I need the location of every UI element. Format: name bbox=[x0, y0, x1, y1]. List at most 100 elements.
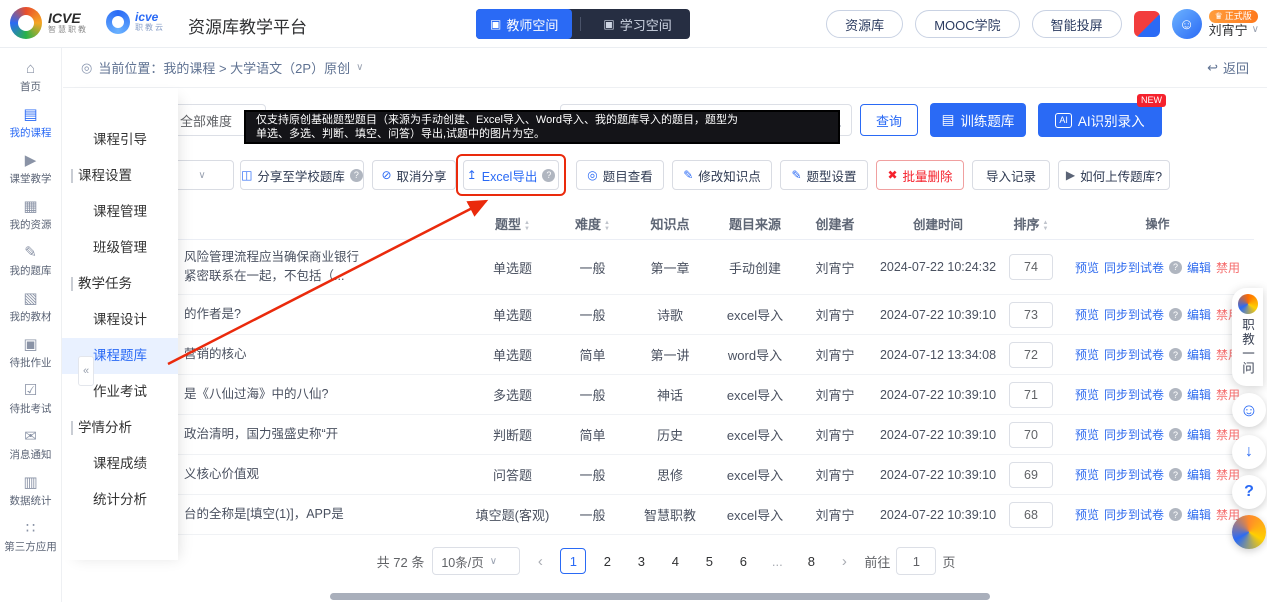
edit-link[interactable]: 编辑 bbox=[1187, 386, 1211, 403]
page-button-5[interactable]: 5 bbox=[696, 548, 722, 574]
import-records-button[interactable]: 导入记录 bbox=[972, 160, 1050, 190]
sync-to-paper-link[interactable]: 同步到试卷 bbox=[1104, 306, 1164, 323]
edit-link[interactable]: 编辑 bbox=[1187, 466, 1211, 483]
submenu-item-course-management[interactable]: 课程管理 bbox=[62, 194, 178, 230]
help-icon[interactable]: ? bbox=[1169, 468, 1182, 481]
help-icon[interactable]: ? bbox=[1169, 508, 1182, 521]
sort-order-input[interactable] bbox=[1009, 382, 1053, 408]
sort-order-input[interactable] bbox=[1009, 254, 1053, 280]
sync-to-paper-link[interactable]: 同步到试卷 bbox=[1104, 466, 1164, 483]
sort-icon[interactable]: ▲▼ bbox=[524, 220, 530, 232]
prev-page-button[interactable]: ‹ bbox=[528, 553, 552, 570]
submenu-item-course-design[interactable]: 课程设计 bbox=[62, 302, 178, 338]
disable-link[interactable]: 禁用 bbox=[1216, 259, 1240, 276]
sidebar-item-my-textbooks[interactable]: ▧我的教材 bbox=[0, 284, 61, 330]
help-circle-icon[interactable]: ? bbox=[1232, 475, 1266, 509]
sync-to-paper-link[interactable]: 同步到试卷 bbox=[1104, 506, 1164, 523]
user-menu[interactable]: ☺ ♛ 正式版 刘宵宁 ∨ bbox=[1172, 9, 1259, 39]
collapse-submenu-button[interactable]: « bbox=[78, 356, 94, 386]
sort-order-input[interactable] bbox=[1009, 462, 1053, 488]
preview-link[interactable]: 预览 bbox=[1075, 259, 1099, 276]
sidebar-item-home[interactable]: ⌂首页 bbox=[0, 54, 61, 100]
edit-knowledge-point-button[interactable]: ✎ 修改知识点 bbox=[672, 160, 772, 190]
help-icon[interactable]: ? bbox=[350, 169, 363, 182]
edit-link[interactable]: 编辑 bbox=[1187, 426, 1211, 443]
tab-student-space[interactable]: ▣ 学习空间 bbox=[589, 9, 685, 39]
submenu-item-course-guide[interactable]: 课程引导 bbox=[62, 122, 178, 158]
help-icon[interactable]: ? bbox=[1169, 428, 1182, 441]
sort-order-input[interactable] bbox=[1009, 302, 1053, 328]
back-button[interactable]: ↩ 返回 bbox=[1207, 58, 1249, 77]
sync-to-paper-link[interactable]: 同步到试卷 bbox=[1104, 346, 1164, 363]
sort-order-input[interactable] bbox=[1009, 422, 1053, 448]
submenu-item-class-management[interactable]: 班级管理 bbox=[62, 230, 178, 266]
preview-link[interactable]: 预览 bbox=[1075, 466, 1099, 483]
sort-order-input[interactable] bbox=[1009, 502, 1053, 528]
sidebar-item-pending-exams[interactable]: ☑待批考试 bbox=[0, 376, 61, 422]
share-to-school-bank-button[interactable]: ◫ 分享至学校题库 ? bbox=[240, 160, 364, 190]
app-center-icon[interactable] bbox=[1134, 11, 1160, 37]
more-pages-icon[interactable]: ... bbox=[764, 548, 790, 574]
chat-assistant-icon[interactable]: ☺ bbox=[1232, 393, 1266, 427]
page-size-select[interactable]: 10条/页 ∨ bbox=[432, 547, 520, 575]
sync-to-paper-link[interactable]: 同步到试卷 bbox=[1104, 386, 1164, 403]
sort-icon[interactable]: ▲▼ bbox=[604, 220, 610, 232]
sidebar-item-my-resources[interactable]: ▦我的资源 bbox=[0, 192, 61, 238]
cancel-share-button[interactable]: ⊘ 取消分享 bbox=[372, 160, 456, 190]
page-button-6[interactable]: 6 bbox=[730, 548, 756, 574]
batch-delete-button[interactable]: ✖ 批量删除 bbox=[876, 160, 964, 190]
sidebar-item-statistics[interactable]: ▥数据统计 bbox=[0, 468, 61, 514]
submenu-item-statistical-analysis[interactable]: 统计分析 bbox=[62, 482, 178, 518]
tab-teacher-space[interactable]: ▣ 教师空间 bbox=[476, 9, 572, 39]
column-header-sort[interactable]: 排序▲▼ bbox=[1001, 214, 1061, 233]
preview-link[interactable]: 预览 bbox=[1075, 306, 1099, 323]
column-header-type[interactable]: 题型▲▼ bbox=[465, 214, 560, 233]
edit-link[interactable]: 编辑 bbox=[1187, 346, 1211, 363]
help-icon[interactable]: ? bbox=[1169, 388, 1182, 401]
sort-order-input[interactable] bbox=[1009, 342, 1053, 368]
query-button[interactable]: 查询 bbox=[860, 104, 918, 136]
sidebar-item-my-courses[interactable]: ▤我的课程 bbox=[0, 100, 61, 146]
question-view-button[interactable]: ◎ 题目查看 bbox=[576, 160, 664, 190]
next-page-button[interactable]: › bbox=[832, 553, 856, 570]
submenu-item-course-grades[interactable]: 课程成绩 bbox=[62, 446, 178, 482]
sync-to-paper-link[interactable]: 同步到试卷 bbox=[1104, 426, 1164, 443]
mooc-college-button[interactable]: MOOC学院 bbox=[915, 10, 1019, 38]
page-button-8[interactable]: 8 bbox=[798, 548, 824, 574]
sidebar-item-pending-homework[interactable]: ▣待批作业 bbox=[0, 330, 61, 376]
edit-link[interactable]: 编辑 bbox=[1187, 506, 1211, 523]
help-icon[interactable]: ? bbox=[1169, 261, 1182, 274]
excel-export-button[interactable]: ↥ Excel导出 ? bbox=[463, 160, 559, 190]
sidebar-item-notifications[interactable]: ✉消息通知 bbox=[0, 422, 61, 468]
preview-link[interactable]: 预览 bbox=[1075, 386, 1099, 403]
question-type-settings-button[interactable]: ✎ 题型设置 bbox=[780, 160, 868, 190]
preview-link[interactable]: 预览 bbox=[1075, 346, 1099, 363]
help-icon[interactable]: ? bbox=[1169, 348, 1182, 361]
how-to-upload-button[interactable]: ▶ 如何上传题库? bbox=[1058, 160, 1170, 190]
preview-link[interactable]: 预览 bbox=[1075, 426, 1099, 443]
sort-icon[interactable]: ▲▼ bbox=[1043, 220, 1049, 232]
page-button-4[interactable]: 4 bbox=[662, 548, 688, 574]
page-button-1[interactable]: 1 bbox=[560, 548, 586, 574]
sidebar-item-third-party[interactable]: ∷第三方应用 bbox=[0, 514, 61, 560]
sync-to-paper-link[interactable]: 同步到试卷 bbox=[1104, 259, 1164, 276]
bulk-action-dropdown[interactable]: ∨ bbox=[170, 160, 234, 190]
resource-library-button[interactable]: 资源库 bbox=[826, 10, 903, 38]
goto-page-input[interactable] bbox=[896, 547, 936, 575]
edit-link[interactable]: 编辑 bbox=[1187, 259, 1211, 276]
zhijiao-assistant-tab[interactable]: 职教一问 bbox=[1232, 288, 1263, 386]
training-bank-button[interactable]: ▤ 训练题库 bbox=[930, 103, 1026, 137]
download-icon[interactable]: ↓ bbox=[1232, 435, 1266, 469]
preview-link[interactable]: 预览 bbox=[1075, 506, 1099, 523]
ai-recognition-button[interactable]: AI AI识别录入 NEW bbox=[1038, 103, 1162, 137]
promo-icon[interactable] bbox=[1232, 515, 1266, 549]
edit-link[interactable]: 编辑 bbox=[1187, 306, 1211, 323]
breadcrumb-path[interactable]: 我的课程 > 大学语文（2P）原创 bbox=[163, 58, 350, 77]
horizontal-scrollbar[interactable] bbox=[330, 593, 990, 600]
help-icon[interactable]: ? bbox=[542, 169, 555, 182]
sidebar-item-classroom[interactable]: ▶课堂教学 bbox=[0, 146, 61, 192]
course-dropdown-icon[interactable]: ∨ bbox=[356, 62, 363, 73]
help-icon[interactable]: ? bbox=[1169, 308, 1182, 321]
smart-cast-button[interactable]: 智能投屏 bbox=[1032, 10, 1122, 38]
page-button-3[interactable]: 3 bbox=[628, 548, 654, 574]
